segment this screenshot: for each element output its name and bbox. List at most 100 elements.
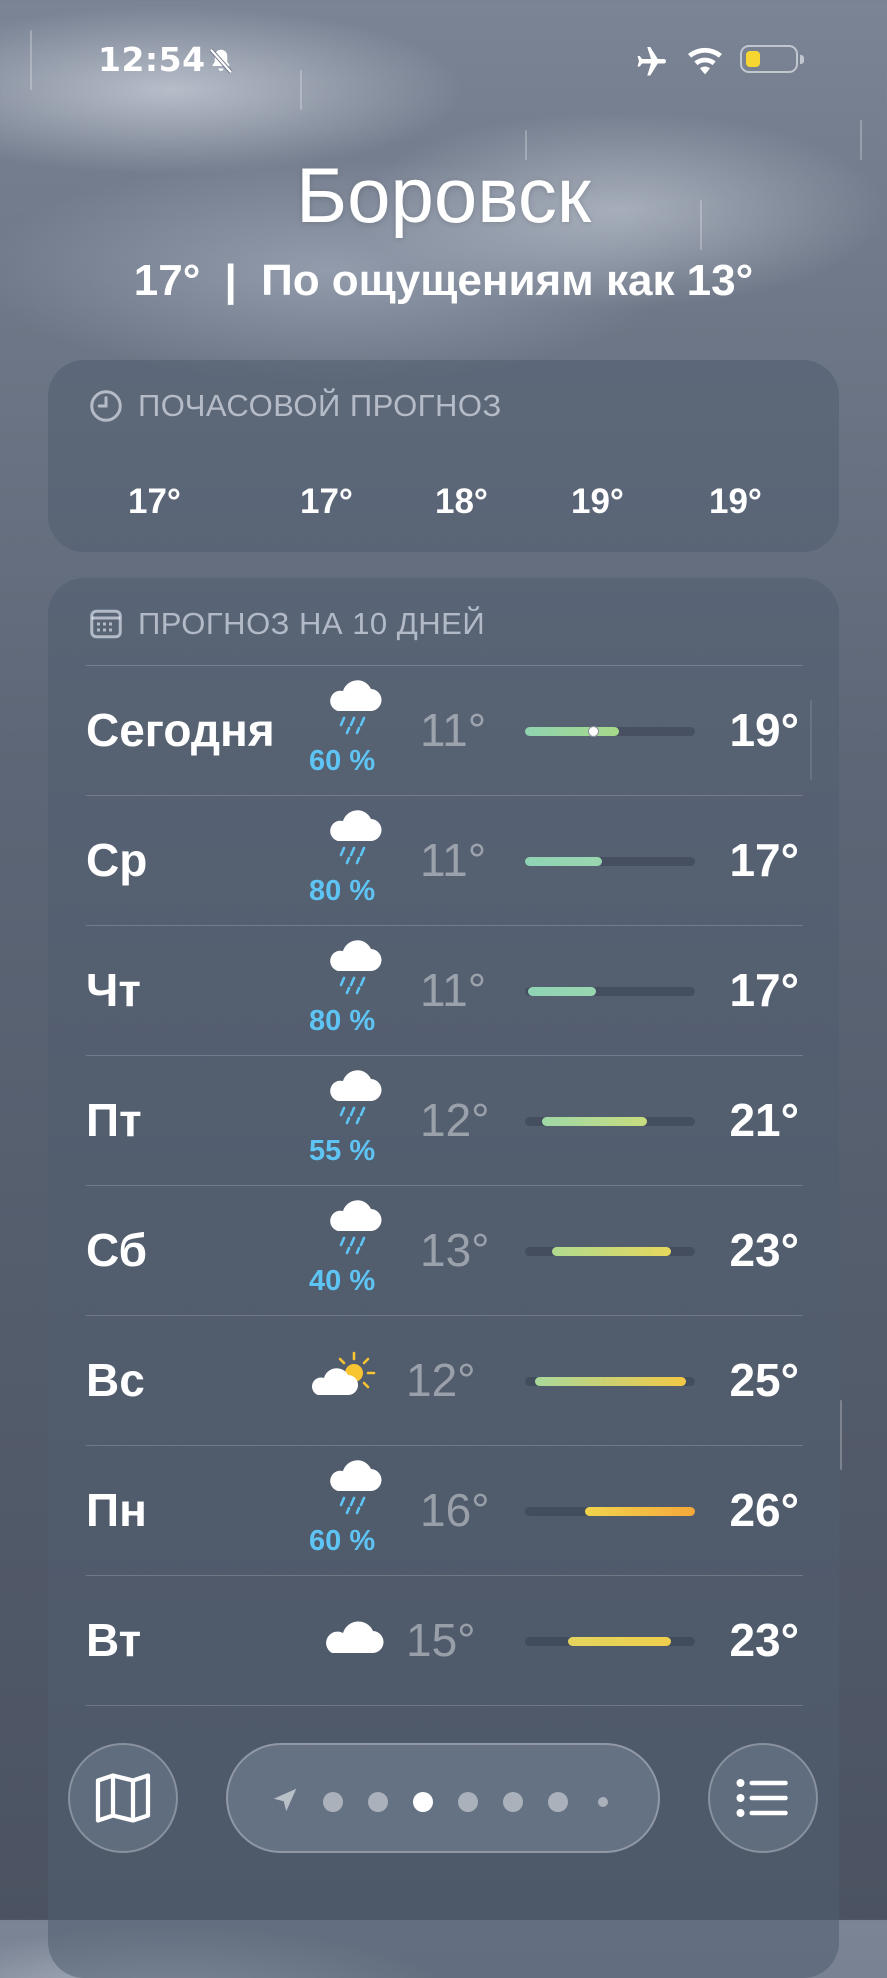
- wifi-icon: [688, 47, 722, 75]
- calendar-icon: [90, 609, 122, 639]
- day-name: Пн: [86, 1484, 147, 1536]
- partly-sunny-icon: [306, 1345, 376, 1405]
- row-divider: [86, 1315, 803, 1316]
- temp-range-track: [525, 1247, 695, 1256]
- high-temp: 21°: [729, 1094, 799, 1146]
- page-dot[interactable]: [323, 1792, 343, 1812]
- temp-range-track: [525, 1507, 695, 1516]
- cloud-rain-icon: [318, 1455, 388, 1515]
- precip-chance: 60 %: [309, 1525, 376, 1557]
- hourly-temp: 19°: [709, 482, 762, 521]
- current-temp-marker: [588, 726, 599, 737]
- day-name: Чт: [86, 964, 141, 1016]
- temp-range-track: [525, 1377, 695, 1386]
- precip-chance: 55 %: [309, 1135, 376, 1167]
- temp-range-bar: [525, 857, 602, 866]
- day-row[interactable]: Сб 40 % 13° 23°: [48, 1185, 839, 1315]
- temp-range-bar: [528, 987, 597, 996]
- bottom-toolbar: [0, 1720, 887, 1880]
- temp-range-track: [525, 987, 695, 996]
- low-temp: 11°: [420, 964, 487, 1016]
- map-icon: [95, 1773, 151, 1823]
- feels-like: По ощущениям как 13°: [261, 256, 754, 305]
- high-temp: 17°: [729, 964, 799, 1016]
- hourly-temp: 19°: [571, 482, 624, 521]
- cloud-rain-icon: [318, 805, 388, 865]
- high-temp: 26°: [729, 1484, 799, 1536]
- temp-range-bar: [552, 1247, 672, 1256]
- day-row[interactable]: Вс 12° 25°: [48, 1315, 839, 1445]
- temp-range-bar: [525, 727, 619, 736]
- day-row[interactable]: Пн 60 % 16° 26°: [48, 1445, 839, 1575]
- row-divider: [86, 795, 803, 796]
- low-temp: 13°: [420, 1224, 490, 1276]
- page-dot-active[interactable]: [413, 1792, 433, 1812]
- page-indicator[interactable]: [226, 1743, 660, 1853]
- high-temp: 23°: [729, 1224, 799, 1276]
- day-name: Вс: [86, 1354, 145, 1406]
- day-row[interactable]: Чт 80 % 11° 17°: [48, 925, 839, 1055]
- separator: |: [224, 256, 237, 305]
- cloud-rain-icon: [318, 675, 388, 735]
- city-name: Боровск: [295, 151, 591, 239]
- day-name: Ср: [86, 834, 148, 886]
- row-divider: [86, 1445, 803, 1446]
- low-temp: 16°: [420, 1484, 490, 1536]
- cloud-rain-icon: [318, 935, 388, 995]
- temp-range-bar: [567, 1637, 672, 1646]
- page-dot[interactable]: [458, 1792, 478, 1812]
- precip-chance: 80 %: [309, 875, 376, 907]
- hourly-forecast-card[interactable]: ПОЧАСОВОЙ ПРОГНОЗ 17° 17° 18° 19° 19°: [48, 360, 839, 552]
- airplane-icon: [637, 47, 666, 76]
- hourly-header: ПОЧАСОВОЙ ПРОГНОЗ: [88, 388, 502, 424]
- temp-range-track: [525, 1117, 695, 1126]
- precip-chance: 40 %: [309, 1265, 376, 1297]
- bell-off-icon: [209, 48, 233, 74]
- status-time: 12:54: [98, 40, 206, 79]
- day-name: Сегодня: [86, 704, 275, 756]
- list-button[interactable]: [708, 1743, 818, 1853]
- location-arrow-icon: [273, 1788, 297, 1812]
- precip-chance: 80 %: [309, 1005, 376, 1037]
- day-name: Пт: [86, 1094, 142, 1146]
- precip-chance: 60 %: [309, 745, 376, 777]
- row-divider: [86, 1185, 803, 1186]
- battery-icon: [740, 45, 804, 73]
- high-temp: 19°: [729, 704, 799, 756]
- low-temp: 12°: [406, 1354, 476, 1406]
- page-dot[interactable]: [368, 1792, 388, 1812]
- temp-range-bar: [542, 1117, 648, 1126]
- daily-header: ПРОГНОЗ НА 10 ДНЕЙ: [88, 606, 485, 642]
- low-temp: 11°: [420, 704, 487, 756]
- low-temp: 15°: [406, 1614, 476, 1666]
- temp-range-bar: [584, 1507, 695, 1516]
- hourly-temp: 18°: [435, 482, 488, 521]
- day-row[interactable]: Ср 80 % 11° 17°: [48, 795, 839, 925]
- day-name: Сб: [86, 1224, 148, 1276]
- status-bar: 12:54: [0, 0, 887, 110]
- row-divider: [86, 1055, 803, 1056]
- hourly-temp: 17°: [128, 482, 181, 521]
- battery-level: [746, 51, 760, 67]
- page-dot[interactable]: [548, 1792, 568, 1812]
- clock-icon: [90, 390, 122, 422]
- temp-range-track: [525, 726, 695, 737]
- temp-range-bar: [535, 1377, 687, 1386]
- cloud-rain-icon: [318, 1065, 388, 1125]
- low-temp: 11°: [420, 834, 487, 886]
- day-row[interactable]: Сегодня 60 % 11° 19°: [48, 665, 839, 795]
- daily-title: ПРОГНОЗ НА 10 ДНЕЙ: [138, 606, 486, 641]
- high-temp: 25°: [729, 1354, 799, 1406]
- cloud-icon: [318, 1605, 388, 1665]
- day-row[interactable]: Пт 55 % 12° 21°: [48, 1055, 839, 1185]
- hourly-temp: 17°: [300, 482, 353, 521]
- page-dot[interactable]: [598, 1797, 608, 1807]
- row-divider: [86, 925, 803, 926]
- low-temp: 12°: [420, 1094, 490, 1146]
- row-divider: [86, 665, 803, 666]
- page-dot[interactable]: [503, 1792, 523, 1812]
- current-conditions: 17° | По ощущениям как 13°: [0, 256, 887, 306]
- day-row[interactable]: Вт 15° 23°: [48, 1575, 839, 1705]
- current-temp: 17°: [133, 256, 201, 305]
- map-button[interactable]: [68, 1743, 178, 1853]
